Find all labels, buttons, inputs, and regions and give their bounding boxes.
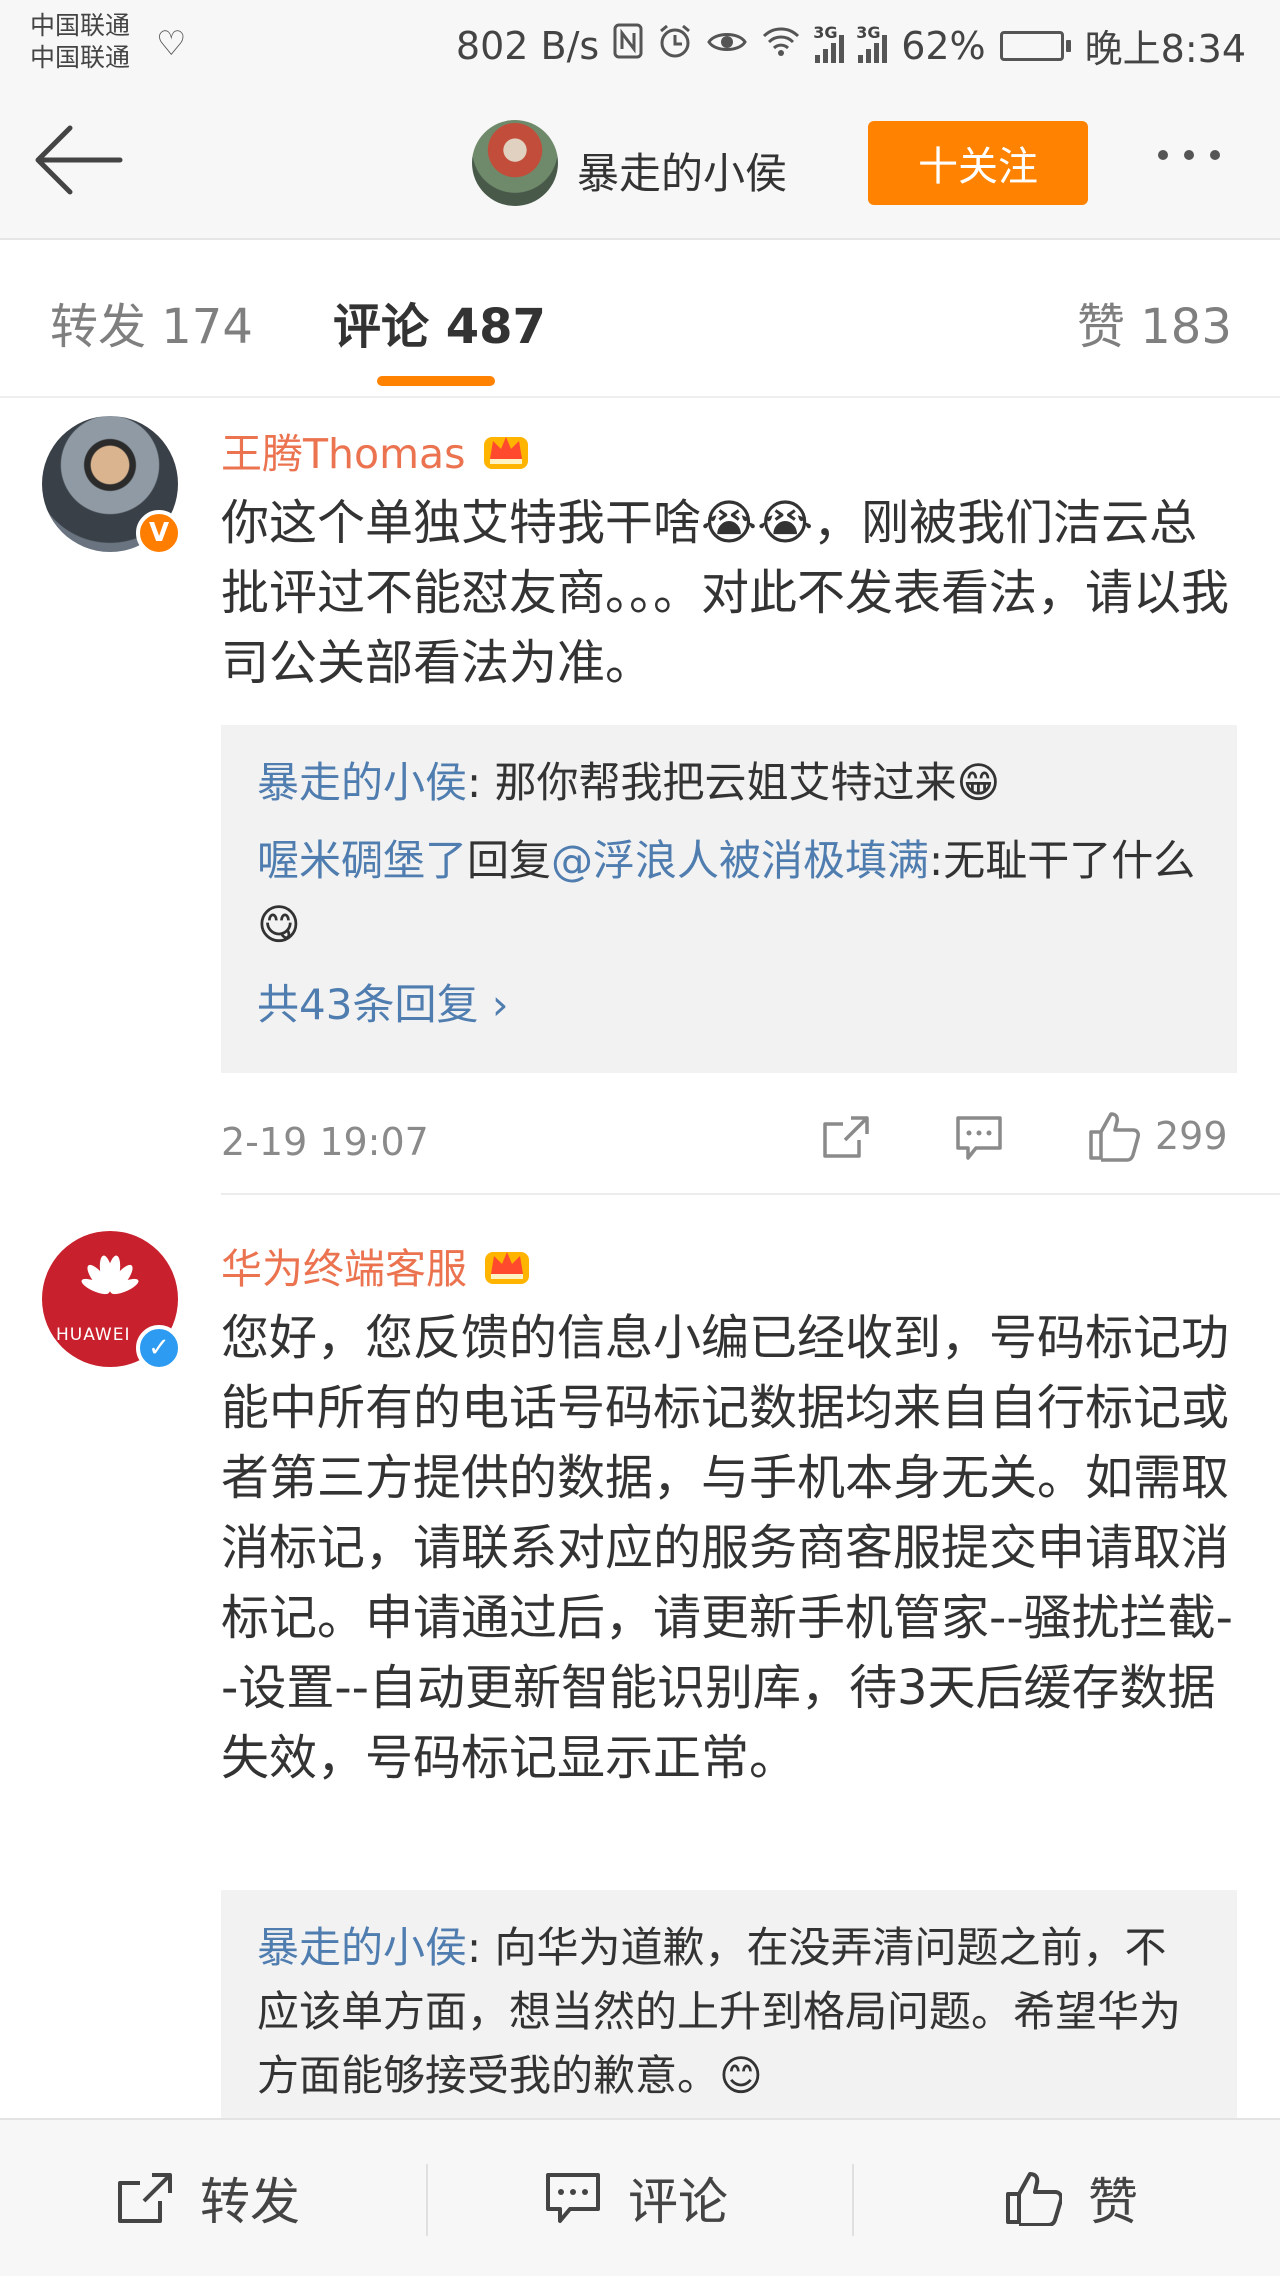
like-icon (1006, 2172, 1062, 2226)
comment-icon (546, 2173, 600, 2223)
bottom-divider (852, 2164, 854, 2236)
net-speed: 802 B/s (455, 23, 600, 68)
repost-icon (118, 2173, 172, 2223)
verified-badge-icon: ✓ (136, 1325, 182, 1371)
comment-text: 你这个单独艾特我干啥😭😭，刚被我们洁云总批评过不能怼友商。。。对此不发表看法，请… (221, 495, 1230, 691)
reply-item: 暴走的小侯: 向华为道歉，在没弄清问题之前，不应该单方面，想当然的上升到格局问题… (257, 1916, 1201, 2108)
reply-item: 喔米碉堡了回复@浮浪人被消极填满:无耻干了什么😋 (257, 829, 1201, 957)
alarm-icon (657, 23, 693, 68)
bottom-action-bar: 转发 评论 赞 (0, 2118, 1280, 2276)
repost-button[interactable]: 转发 (116, 2162, 300, 2234)
huawei-logo-text: HUAWEI (56, 1325, 131, 1345)
tab-active-indicator (377, 376, 495, 386)
user-name[interactable]: 暴走的小侯 (577, 140, 787, 201)
more-icon[interactable] (1158, 150, 1220, 160)
wifi-icon (761, 25, 801, 66)
commenter-avatar[interactable]: HUAWEI ✓ (42, 1231, 182, 1371)
more-replies-link[interactable]: 共43条回复 › (257, 973, 1201, 1037)
comment-item: V 王腾Thomas 你这个单独艾特我干啥😭😭，刚被我们洁云总批评过不能怼友商。… (0, 398, 1280, 1198)
reply-sep: : (467, 1923, 495, 1972)
reply-preview-box[interactable]: 暴走的小侯: 那你帮我把云姐艾特过来😁 喔米碉堡了回复@浮浪人被消极填满:无耻干… (221, 725, 1237, 1073)
like-button[interactable]: 赞 (1004, 2162, 1138, 2234)
tab-bar: 转发 174 评论 487 赞 183 (0, 242, 1280, 398)
battery-percent: 62% (901, 23, 986, 68)
comment-time: 2-19 19:07 (221, 1120, 429, 1164)
comment-icon[interactable] (954, 1114, 1004, 1162)
bottom-divider (426, 2164, 428, 2236)
reply-target[interactable]: @浮浪人被消极填满 (551, 836, 929, 885)
nfc-icon (613, 23, 643, 68)
back-arrow-icon[interactable] (30, 120, 125, 200)
status-right: 802 B/s 3G 3G 62% 晚上8:34 (456, 18, 1246, 73)
crown-badge-icon (485, 1252, 529, 1284)
eye-icon (707, 26, 747, 66)
comment-label: 评论 (628, 2173, 728, 2231)
reply-sep: : (929, 836, 944, 885)
carrier-1: 中国联通 (30, 11, 131, 40)
comment-meta: 2-19 19:07 299 (221, 1110, 1237, 1170)
reply-user[interactable]: 暴走的小侯 (257, 758, 467, 807)
tab-comments[interactable]: 评论 487 (333, 287, 546, 357)
battery-icon (999, 30, 1071, 61)
like-count: 299 (1155, 1114, 1228, 1158)
reply-item: 暴走的小侯: 那你帮我把云姐艾特过来😁 (257, 751, 1201, 815)
signal-icon: 3G (813, 23, 845, 63)
comment-author[interactable]: 华为终端客服 (221, 1235, 467, 1295)
verified-badge-icon: V (136, 510, 182, 556)
reply-preview-box[interactable]: 暴走的小侯: 向华为道歉，在没弄清问题之前，不应该单方面，想当然的上升到格局问题… (221, 1890, 1237, 2130)
repost-label: 转发 (200, 2173, 300, 2231)
comment-header: 王腾Thomas (221, 420, 532, 480)
comment-item: HUAWEI ✓ 华为终端客服 您好，您反馈的信息小编已经收到，号码标记功能中所… (0, 1213, 1280, 2130)
like-icon (1089, 1112, 1140, 1162)
comment-header: 华为终端客服 (221, 1235, 533, 1295)
signal-icon: 3G (856, 23, 888, 63)
comment-button[interactable]: 评论 (544, 2162, 728, 2234)
crown-badge-icon (483, 437, 528, 469)
user-avatar[interactable] (472, 120, 558, 206)
reply-user[interactable]: 喔米碉堡了 (257, 836, 467, 885)
tab-likes[interactable]: 赞 183 (1077, 287, 1232, 357)
commenter-avatar[interactable]: V (42, 416, 182, 556)
comment-text: 您好，您反馈的信息小编已经收到，号码标记功能中所有的电话号码标记数据均来自自行标… (221, 1310, 1233, 1786)
carrier-info: 中国联通 中国联通 (30, 10, 130, 74)
carrier-2: 中国联通 (30, 43, 131, 72)
clock: 晚上8:34 (1084, 27, 1246, 71)
heart-rate-icon: ♡ (156, 24, 187, 64)
status-bar: 中国联通 中国联通 ♡ 802 B/s 3G 3G 62% 晚上8:34 (0, 0, 1280, 90)
reply-text: 那你帮我把云姐艾特过来😁 (494, 758, 1001, 807)
follow-button[interactable]: 十关注 (868, 121, 1088, 205)
reply-user[interactable]: 暴走的小侯 (257, 1923, 467, 1972)
comment-author[interactable]: 王腾Thomas (221, 420, 466, 480)
reply-connector: 回复 (467, 836, 552, 885)
reply-sep: : (467, 758, 495, 807)
tab-reposts[interactable]: 转发 174 (50, 287, 253, 357)
like-label: 赞 (1088, 2173, 1138, 2231)
comment-divider (221, 1193, 1280, 1195)
like-button[interactable]: 299 (1087, 1110, 1228, 1162)
top-nav: 暴走的小侯 十关注 (0, 90, 1280, 240)
share-icon[interactable] (821, 1114, 871, 1160)
